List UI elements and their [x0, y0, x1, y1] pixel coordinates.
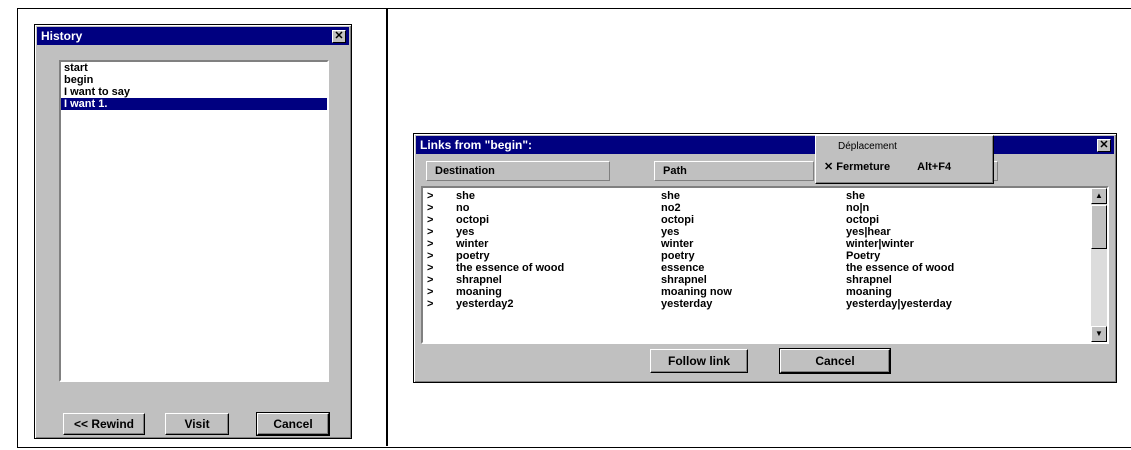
cell-path: no2 — [661, 202, 681, 214]
cell-third: shrapnel — [846, 274, 892, 286]
cell-third: yes|hear — [846, 226, 891, 238]
system-menu: Déplacement ✕ Fermeture Alt+F4 — [815, 135, 994, 184]
row-marker: > — [427, 262, 434, 274]
cell-destination: no — [456, 202, 470, 214]
cell-third: winter|winter — [846, 238, 914, 250]
cancel-button[interactable]: Cancel — [779, 348, 891, 374]
row-marker: > — [427, 238, 434, 250]
cell-destination: the essence of wood — [456, 262, 565, 274]
close-icon: ✕ — [824, 161, 834, 173]
cell-third: the essence of wood — [846, 262, 955, 274]
links-titlebar: Links from "begin": ✕ — [416, 136, 1114, 154]
cell-third: she — [846, 190, 865, 202]
close-icon[interactable]: ✕ — [1097, 139, 1111, 152]
row-marker: > — [427, 298, 434, 310]
scroll-thumb[interactable] — [1091, 205, 1107, 249]
cell-destination: poetry — [456, 250, 490, 262]
cell-third: Poetry — [846, 250, 881, 262]
cell-third: octopi — [846, 214, 879, 226]
cell-destination: yesterday2 — [456, 298, 514, 310]
cell-path: essence — [661, 262, 705, 274]
cell-path: octopi — [661, 214, 694, 226]
row-marker: > — [427, 190, 434, 202]
cell-destination: shrapnel — [456, 274, 502, 286]
scroll-down-icon[interactable]: ▼ — [1091, 326, 1107, 342]
rewind-button[interactable]: << Rewind — [63, 413, 145, 435]
history-dialog: History ✕ start begin I want to say I wa… — [34, 24, 352, 439]
column-header-path[interactable]: Path — [654, 161, 814, 181]
cell-destination: octopi — [456, 214, 489, 226]
cell-path: yesterday — [661, 298, 713, 310]
cell-third: moaning — [846, 286, 892, 298]
row-marker: > — [427, 274, 434, 286]
cell-path: she — [661, 190, 680, 202]
cell-destination: she — [456, 190, 475, 202]
cell-third: no|n — [846, 202, 870, 214]
history-titlebar: History ✕ — [37, 27, 349, 45]
cell-destination: yes — [456, 226, 475, 238]
history-title: History — [41, 29, 83, 43]
vertical-scrollbar[interactable]: ▲ ▼ — [1091, 188, 1107, 342]
links-title: Links from "begin": — [420, 138, 533, 152]
cell-path: poetry — [661, 250, 695, 262]
list-item[interactable]: begin — [61, 74, 327, 86]
panel-divider — [386, 8, 388, 446]
cell-destination: moaning — [456, 286, 502, 298]
cell-path: shrapnel — [661, 274, 707, 286]
links-dialog: Links from "begin": ✕ Destination Path >… — [413, 133, 1117, 383]
follow-link-button[interactable]: Follow link — [650, 349, 748, 373]
close-icon[interactable]: ✕ — [332, 30, 346, 43]
cell-path: winter — [661, 238, 694, 250]
column-header-destination[interactable]: Destination — [426, 161, 610, 181]
cell-path: yes — [661, 226, 680, 238]
row-marker: > — [427, 250, 434, 262]
menu-item-close-label: Fermeture — [836, 161, 891, 173]
menu-item-close-shortcut: Alt+F4 — [917, 161, 952, 173]
menu-item-close[interactable]: ✕ Fermeture Alt+F4 — [824, 160, 951, 173]
cancel-button[interactable]: Cancel — [256, 412, 330, 436]
list-item[interactable]: start — [61, 62, 327, 74]
row-marker: > — [427, 214, 434, 226]
row-marker: > — [427, 202, 434, 214]
row-marker: > — [427, 286, 434, 298]
cell-third: yesterday|yesterday — [846, 298, 952, 310]
cell-destination: winter — [456, 238, 489, 250]
links-list[interactable]: > she she she > no no2 no|n > octopi oct… — [421, 186, 1109, 344]
row-marker: > — [427, 226, 434, 238]
visit-button[interactable]: Visit — [165, 413, 229, 435]
menu-item-move[interactable]: Déplacement — [838, 141, 897, 152]
history-list[interactable]: start begin I want to say I want 1. — [59, 60, 329, 382]
scroll-up-icon[interactable]: ▲ — [1091, 188, 1107, 204]
list-item-selected[interactable]: I want 1. — [61, 98, 327, 110]
list-item[interactable]: I want to say — [61, 86, 327, 98]
cell-path: moaning now — [661, 286, 732, 298]
